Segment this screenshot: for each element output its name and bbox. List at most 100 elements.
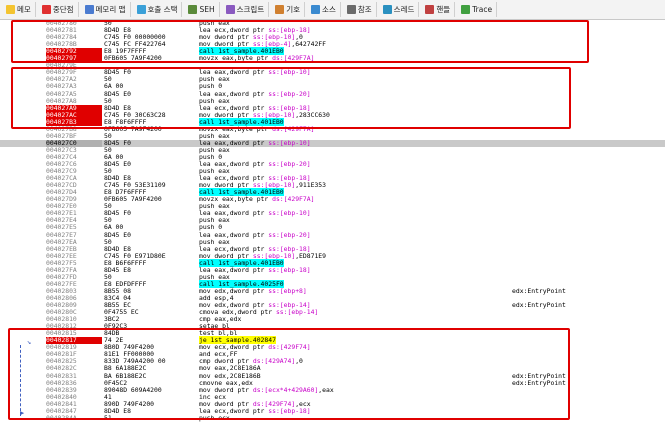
- disasm-row[interactable]: 0040278B C745 FC FF422764 mov dword ptr ss…: [0, 41, 665, 48]
- disasm-row[interactable]: 004027E1 8D45 F0 lea eax,dword ptr ss:[ebp…: [0, 210, 665, 217]
- disasm-row[interactable]: 00402819 8B0D 749F4200 mov ecx,dword ptr d…: [0, 344, 665, 351]
- disasm-row[interactable]: 00402797 0FB605 7A9F4200 movzx eax,byte pt…: [0, 55, 665, 63]
- bytes-cell: 8D45 F0: [104, 68, 131, 77]
- disasm-row[interactable]: 00402839 89048D 609A4200 mov dword ptr ds:…: [0, 385, 665, 394]
- disasm-row[interactable]: 004027C4 6A 00 push 0: [0, 153, 665, 161]
- disasm-row[interactable]: 00402812 0F92C3 setae bl: [0, 323, 665, 330]
- tab-handles[interactable]: 핸들: [421, 2, 456, 17]
- tab-threads[interactable]: 스레드: [379, 2, 420, 17]
- disasm-row[interactable]: 004027E0 50 push eax: [0, 203, 665, 210]
- bytes-cell: 8D4D E8: [104, 406, 131, 415]
- disasm-row[interactable]: 0040279F 8D45 F0 lea eax,dword ptr ss:[ebp…: [0, 69, 665, 76]
- instruction-cell: mov ecx,dword ptr ds:[429F74]: [199, 343, 311, 352]
- bytes-cell: 8D45 F0: [104, 209, 131, 218]
- disassembly-listing[interactable]: 00402780 50 push eax 00402781 8D4D E8 lea ecx…: [0, 20, 665, 422]
- disasm-row[interactable]: 004027E7 8D45 E0 lea eax,dword ptr ss:[ebp…: [0, 230, 665, 239]
- tab-label: 소스: [322, 5, 336, 14]
- disasm-row[interactable]: 004027D9 0FB605 7A9F4200 movzx eax,byte pt…: [0, 196, 665, 203]
- tab-memo[interactable]: 메모: [2, 2, 36, 17]
- disasm-row[interactable]: 004027EA 50 push eax: [0, 238, 665, 246]
- disasm-row[interactable]: 00402841 890D 749F4200 mov dword ptr ds:[4…: [0, 400, 665, 408]
- comment-cell: edx:EntryPoint: [512, 286, 566, 295]
- disasm-row[interactable]: 00402825 833D 749A4200 00 cmp dword ptr ds…: [0, 358, 665, 365]
- bytes-cell: 8D45 F0: [104, 138, 131, 147]
- symbols-icon: [275, 5, 285, 14]
- disasm-row[interactable]: 004027C9 50 push eax: [0, 168, 665, 175]
- disasm-row[interactable]: 004027CD C745 F0 53E31109 mov dword ptr ss…: [0, 182, 665, 189]
- call-stack-icon: [136, 5, 146, 14]
- disasm-row[interactable]: 004027B8 0FB605 7A9F4200 movzx eax,byte pt…: [0, 124, 665, 133]
- disasm-row[interactable]: 004027BF 50 push eax: [0, 132, 665, 140]
- jump-arrow: [20, 345, 21, 416]
- instruction-cell: push eax: [199, 145, 230, 154]
- disasm-row[interactable]: 004027A9 8D4D E8 lea ecx,dword ptr ss:[ebp…: [0, 104, 665, 112]
- tab-symbols[interactable]: 기호: [271, 2, 306, 17]
- disasm-row[interactable]: 00402803 8B55 08 mov edx,dword ptr ss:[ebp…: [0, 286, 665, 295]
- jump-arrow-start-icon: ↘: [27, 338, 32, 346]
- references-icon: [346, 5, 356, 14]
- disasm-row[interactable]: 0040280C 0F4755 EC cmova edx,dword ptr ss:…: [0, 309, 665, 316]
- disasm-row[interactable]: 004027A8 50 push eax: [0, 97, 665, 105]
- toolbar: 메모 중단점 메모리 맵 호출 스택 SEH 스크립트 기호 소스 참조 스레드 핸들 Trace: [0, 0, 665, 20]
- disasm-row[interactable]: 004027E4 50 push eax: [0, 217, 665, 224]
- trace-icon: [461, 5, 471, 14]
- instruction-cell: lea eax,dword ptr ss:[ebp-20]: [199, 230, 311, 239]
- tab-call-stack[interactable]: 호출 스택: [133, 2, 183, 17]
- instruction-cell: push ecx: [199, 413, 230, 422]
- disasm-row[interactable]: 0040281F 81E1 FF000000 and ecx,FF: [0, 351, 665, 358]
- instruction-cell: setae bl: [199, 322, 230, 331]
- bytes-cell: 51: [104, 413, 112, 422]
- disasm-row[interactable]: 00402784 C745 F0 00000000 mov dword ptr ss…: [0, 34, 665, 41]
- disasm-row[interactable]: 00402810 3BC2 cmp eax,edx: [0, 316, 665, 323]
- disasm-row[interactable]: 00402792 E8 19F7FFFF call 1st_sample.401EB…: [0, 47, 665, 56]
- disasm-row[interactable]: 004027C3 50 push eax: [0, 145, 665, 154]
- memo-icon: [6, 5, 15, 14]
- tab-seh[interactable]: SEH: [184, 2, 220, 17]
- disasm-row[interactable]: 004027CA 8D4D E8 lea ecx,dword ptr ss:[ebp…: [0, 175, 665, 182]
- disasm-row[interactable]: 004027EE C745 F0 E971D80E mov dword ptr ss…: [0, 252, 665, 260]
- tab-label: 핸들: [436, 5, 451, 14]
- disasm-row[interactable]: 00402809 8B55 EC mov edx,dword ptr ss:[ebp…: [0, 302, 665, 309]
- handles-icon: [425, 5, 435, 14]
- tab-breakpoint[interactable]: 중단점: [38, 2, 79, 17]
- disasm-row[interactable]: 004027FA 8D45 E8 lea eax,dword ptr ss:[ebp…: [0, 266, 665, 274]
- disasm-row[interactable]: 004027C0 8D45 F0 lea eax,dword ptr ss:[ebp…: [0, 138, 665, 147]
- bytes-cell: 0FB605 7A9F4200: [104, 124, 162, 133]
- disasm-row[interactable]: 0040279E: [0, 62, 665, 69]
- disasm-row[interactable]: 004027FD 50 push eax: [0, 273, 665, 281]
- disasm-row[interactable]: 00402781 8D4D E8 lea ecx,dword ptr ss:[ebp…: [0, 27, 665, 34]
- instruction-cell: push eax: [199, 216, 230, 225]
- disasm-row[interactable]: 004027E5 6A 00 push 0: [0, 224, 665, 231]
- disasm-row[interactable]: 00402840 41 inc ecx: [0, 393, 665, 401]
- bytes-cell: 0FB605 7A9F4200: [104, 195, 162, 204]
- tab-source[interactable]: 소스: [307, 2, 341, 17]
- tab-memory-map[interactable]: 메모리 맵: [81, 2, 131, 17]
- disasm-row[interactable]: 004027A2 50 push eax: [0, 76, 665, 83]
- disasm-row[interactable]: 00402817 74 2E je 1st_sample.402847: [0, 336, 665, 345]
- disasm-row[interactable]: 004027F5 E8 B6F6FFFF call 1st_sample.401EB…: [0, 258, 665, 267]
- memory-map-icon: [84, 5, 94, 14]
- disasm-row[interactable]: 00402847 8D4D E8 lea ecx,dword ptr ss:[ebp…: [0, 406, 665, 415]
- bytes-cell: 8D45 E0: [104, 89, 131, 98]
- disasm-row[interactable]: 004027B3 E8 F8F6FFFF call 1st_sample.401EB…: [0, 117, 665, 126]
- tab-label: 메모: [17, 5, 31, 14]
- disasm-row[interactable]: 004027D4 E8 D7F6FFFF call 1st_sample.401EB…: [0, 188, 665, 197]
- instruction-cell: lea eax,dword ptr ss:[ebp-20]: [199, 160, 311, 168]
- tab-label: 메모리 맵: [95, 5, 126, 14]
- disasm-row[interactable]: 004027A5 8D45 E0 lea eax,dword ptr ss:[ebp…: [0, 89, 665, 98]
- tab-references[interactable]: 참조: [343, 2, 377, 17]
- disasm-row[interactable]: 004027EB 8D4D E8 lea ecx,dword ptr ss:[ebp…: [0, 245, 665, 253]
- disasm-row[interactable]: 004027C6 8D45 E0 lea eax,dword ptr ss:[ebp…: [0, 161, 665, 168]
- instruction-cell: movzx eax,byte ptr ds:[429F7A]: [199, 124, 315, 133]
- disasm-row[interactable]: 004027AC C745 F0 30C63C28 mov dword ptr ss…: [0, 111, 665, 119]
- disasm-row[interactable]: 004027A3 6A 00 push 0: [0, 83, 665, 90]
- disasm-row[interactable]: 0040284A 51 push ecx: [0, 413, 665, 422]
- tab-trace[interactable]: Trace: [457, 2, 498, 17]
- disasm-row[interactable]: 00402815 84DB test bl,bl: [0, 330, 665, 337]
- tab-script[interactable]: 스크립트: [222, 2, 270, 17]
- bytes-cell: 89048D 609A4200: [104, 385, 162, 394]
- disasm-row[interactable]: 00402780 50 push eax: [0, 20, 665, 27]
- instruction-cell: cmova edx,dword ptr ss:[ebp-14]: [199, 308, 319, 317]
- seh-icon: [188, 5, 198, 14]
- bytes-cell: 8D45 E0: [104, 230, 131, 239]
